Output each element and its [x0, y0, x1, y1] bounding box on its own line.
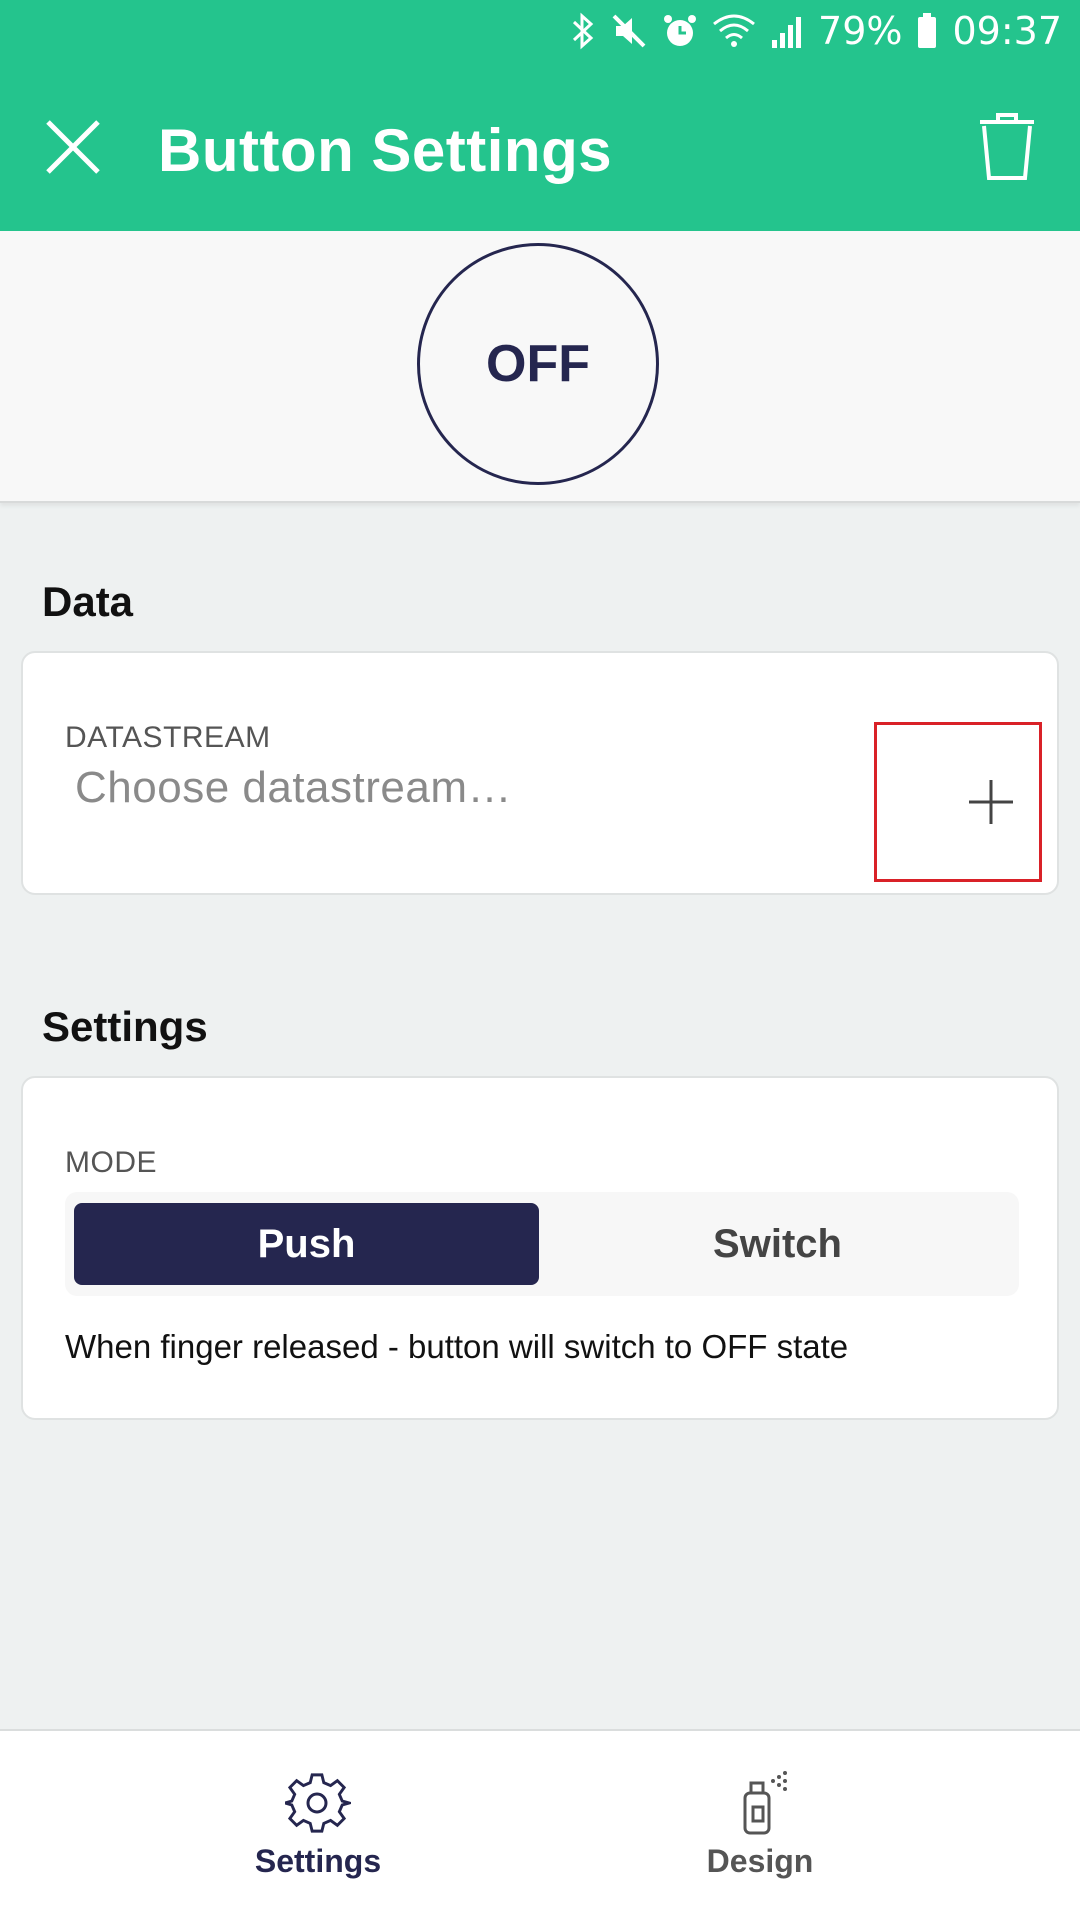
clock: 09:37	[952, 9, 1062, 53]
datastream-select[interactable]: Choose datastream…	[75, 763, 512, 813]
close-icon[interactable]	[44, 118, 102, 176]
mode-push-option[interactable]: Push	[74, 1203, 539, 1285]
mode-hint: When finger released - button will switc…	[65, 1328, 849, 1365]
settings-section-title: Settings	[42, 1003, 208, 1050]
wifi-icon	[712, 12, 756, 50]
bottom-navigation: Settings Design	[0, 1729, 1080, 1922]
tab-design-label: Design	[706, 1843, 814, 1879]
plus-icon	[969, 780, 1013, 824]
mode-segmented-control: Push Switch	[65, 1192, 1019, 1296]
battery-icon	[916, 12, 938, 50]
tab-settings-label: Settings	[254, 1843, 382, 1879]
top-app-bar: 79% 09:37 Button Settings	[0, 0, 1080, 231]
mute-icon	[610, 12, 648, 50]
datastream-card: DATASTREAM Choose datastream…	[21, 651, 1059, 895]
bluetooth-icon	[570, 11, 596, 51]
mode-switch-option[interactable]: Switch	[545, 1203, 1010, 1285]
spray-can-icon	[743, 1771, 787, 1835]
datastream-label: DATASTREAM	[65, 721, 271, 754]
status-bar: 79% 09:37	[570, 8, 1062, 54]
alarm-icon	[662, 12, 698, 50]
gear-icon	[285, 1773, 351, 1833]
mode-card: MODE Push Switch When finger released - …	[21, 1076, 1059, 1420]
tab-settings[interactable]: Settings	[218, 1771, 418, 1880]
tab-design[interactable]: Design	[660, 1771, 860, 1880]
battery-percent: 79%	[818, 9, 903, 53]
widget-preview: OFF	[0, 231, 1080, 503]
trash-icon[interactable]	[976, 112, 1038, 184]
preview-button[interactable]: OFF	[417, 243, 659, 485]
signal-icon	[770, 12, 804, 50]
add-datastream-button[interactable]	[874, 722, 1042, 882]
data-section-title: Data	[42, 578, 134, 625]
page-title: Button Settings	[158, 117, 613, 184]
mode-label: MODE	[65, 1146, 157, 1179]
